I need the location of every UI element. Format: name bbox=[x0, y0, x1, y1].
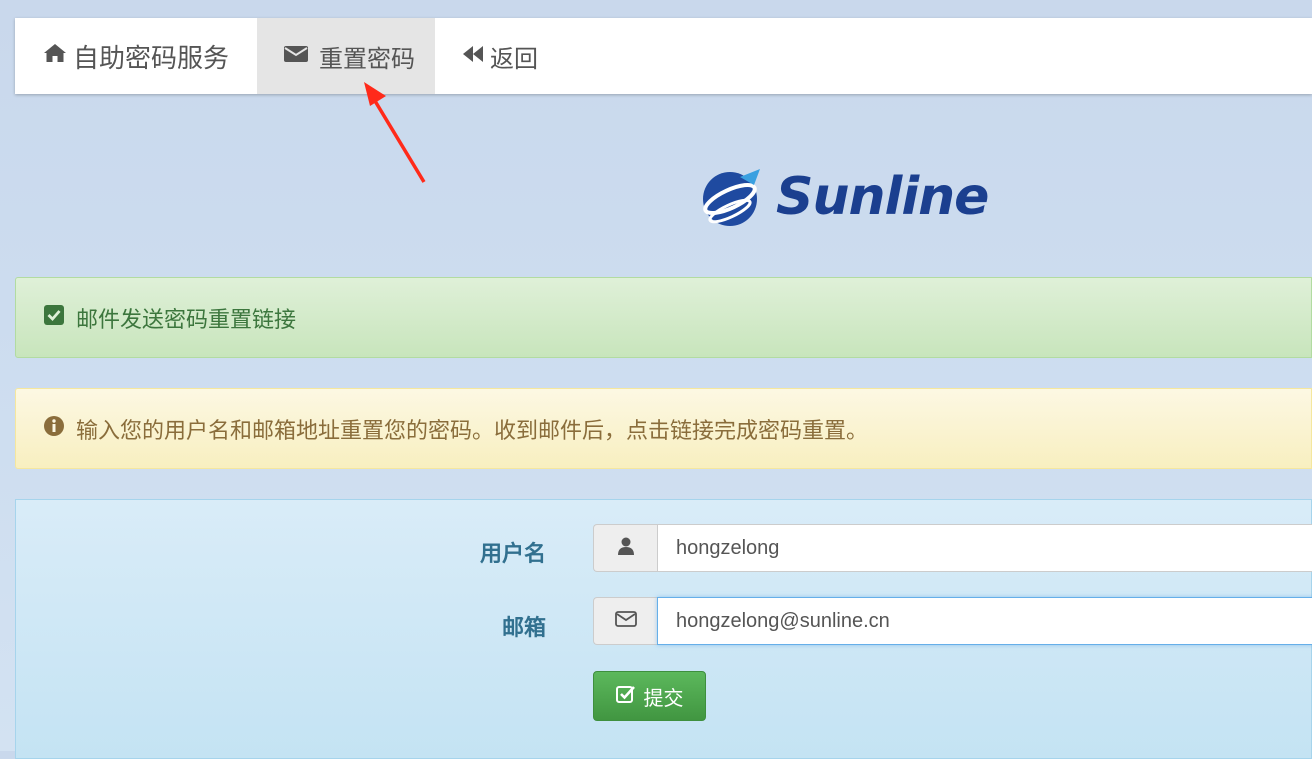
sunline-logo: Sunline bbox=[700, 163, 989, 231]
logo-globe-icon bbox=[703, 169, 760, 226]
nav-brand-label: 自助密码服务 bbox=[73, 43, 230, 74]
home-icon bbox=[43, 41, 73, 71]
nav-back[interactable]: 返回 bbox=[462, 18, 538, 94]
info-alert-text: 输入您的用户名和邮箱地址重置您的密码。收到邮件后，点击链接完成密码重置。 bbox=[76, 418, 869, 444]
submit-button[interactable]: 提交 bbox=[593, 671, 706, 721]
check-square-icon bbox=[44, 304, 76, 331]
check-square-outline-icon bbox=[615, 684, 644, 708]
top-navbar: 自助密码服务 重置密码 返回 bbox=[15, 18, 1312, 94]
reset-form-panel: 用户名 hongzelong 邮箱 hongzelong@sunline.cn … bbox=[15, 499, 1312, 759]
nav-reset-label: 重置密码 bbox=[319, 44, 415, 73]
submit-label: 提交 bbox=[643, 685, 684, 710]
email-label: 邮箱 bbox=[501, 616, 546, 641]
username-input[interactable]: hongzelong bbox=[657, 524, 1312, 572]
username-addon bbox=[593, 524, 657, 572]
info-alert: 输入您的用户名和邮箱地址重置您的密码。收到邮件后，点击链接完成密码重置。 bbox=[15, 388, 1312, 469]
username-label: 用户名 bbox=[479, 542, 546, 567]
info-circle-icon bbox=[44, 415, 76, 442]
email-addon bbox=[593, 597, 657, 645]
logo-text: Sunline bbox=[776, 167, 989, 227]
email-input[interactable]: hongzelong@sunline.cn bbox=[657, 597, 1312, 645]
backward-icon bbox=[462, 42, 490, 70]
envelope-icon bbox=[283, 42, 315, 70]
success-alert: 邮件发送密码重置链接 bbox=[15, 277, 1312, 358]
nav-back-label: 返回 bbox=[490, 44, 538, 73]
nav-brand[interactable]: 自助密码服务 bbox=[43, 18, 229, 94]
annotation-arrow bbox=[364, 82, 426, 183]
success-alert-text: 邮件发送密码重置链接 bbox=[76, 307, 297, 333]
envelope-outline-icon bbox=[614, 611, 637, 631]
user-icon bbox=[617, 537, 634, 559]
